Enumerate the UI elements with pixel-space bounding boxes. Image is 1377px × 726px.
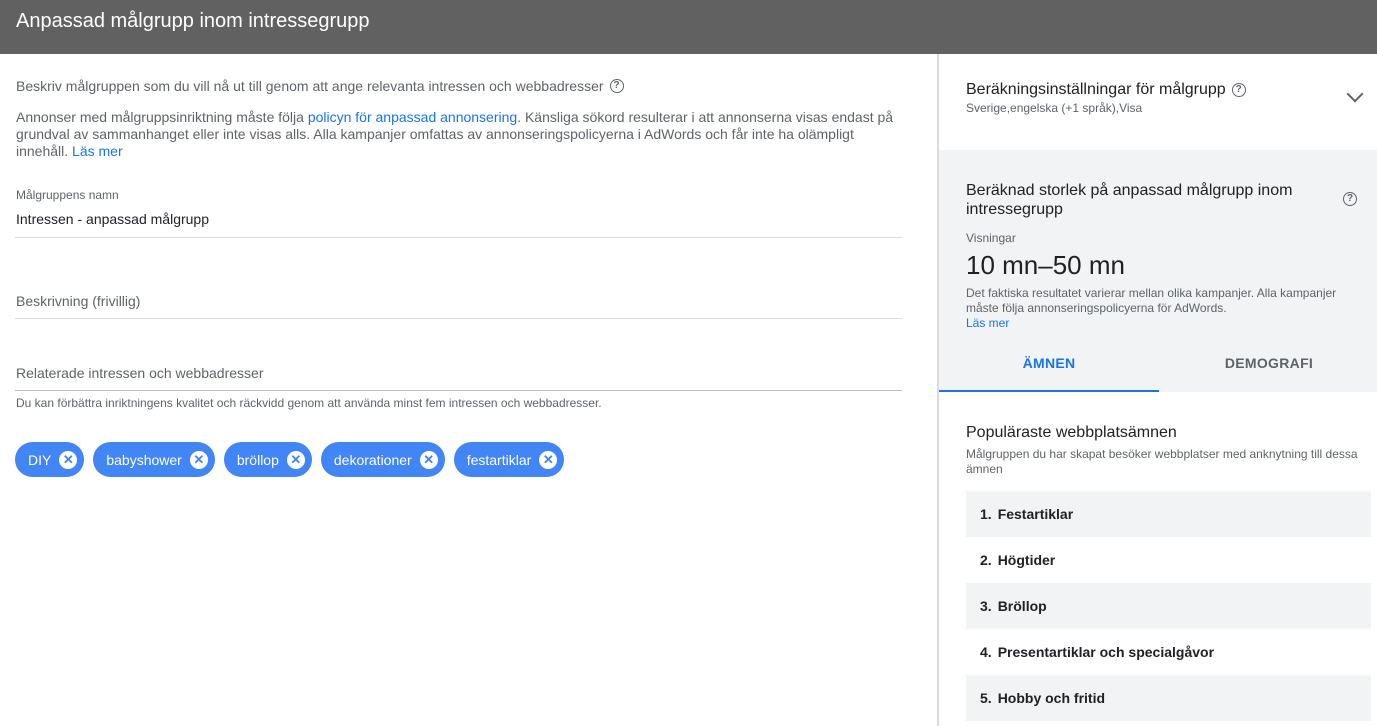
policy-prefix: Annonser med målgruppsinriktning måste f… (16, 109, 308, 125)
estimate-title: Beräknad storlek på anpassad målgrupp in… (966, 182, 1293, 218)
intro-text: Beskriv målgruppen som du vill nå ut til… (16, 78, 624, 94)
close-icon[interactable]: ✕ (189, 450, 208, 469)
chip-dekorationer[interactable]: dekorationer ✕ (320, 442, 445, 477)
list-item: 5. Hobby och fritid (966, 675, 1371, 721)
estimate-read-more-link[interactable]: Läs mer (966, 316, 1009, 330)
help-circle-icon[interactable]: ? (1343, 192, 1357, 206)
settings-title: Beräkningsinställningar för målgrupp ? (966, 81, 1246, 99)
tab-demographics[interactable]: DEMOGRAFI (1159, 355, 1377, 371)
topic-number: 1. (980, 506, 992, 522)
topic-label: Festartiklar (997, 506, 1074, 522)
estimate-panel: Beräkningsinställningar för målgrupp ? S… (939, 54, 1377, 726)
page-title: Anpassad målgrupp inom intressegrupp (16, 10, 370, 32)
help-circle-icon[interactable]: ? (609, 79, 624, 93)
topic-list: 1. Festartiklar 2. Högtider 3. Bröllop 4… (966, 491, 1371, 721)
topics-title: Populäraste webbplatsämnen (966, 424, 1177, 441)
estimate-label: Visningar (966, 231, 1016, 245)
chip-label: festartiklar (466, 451, 532, 468)
estimate-note-text: Det faktiska resultatet varierar mellan … (966, 286, 1337, 315)
audience-name-label: Målgruppens namn (16, 188, 119, 202)
policy-notice: Annonser med målgruppsinriktning måste f… (16, 109, 906, 160)
list-item: 2. Högtider (966, 537, 1371, 583)
policy-link[interactable]: policyn för anpassad annonsering (308, 109, 517, 125)
topic-label: Hobby och fritid (997, 690, 1106, 706)
chip-label: bröllop (236, 451, 279, 468)
audience-name-underline (15, 237, 902, 238)
interests-input[interactable]: Relaterade intressen och webbadresser (16, 365, 263, 381)
topics-subtitle: Målgruppen du har skapat besöker webbpla… (966, 447, 1358, 476)
interests-hint: Du kan förbättra inriktningens kvalitet … (16, 396, 602, 410)
interest-chips: DIY ✕ babyshower ✕ bröllop ✕ dekoratione… (15, 442, 565, 477)
topic-label: Bröllop (997, 598, 1047, 614)
close-icon[interactable]: ✕ (419, 450, 438, 469)
list-item: 3. Bröllop (966, 583, 1371, 629)
audience-name-input[interactable]: Intressen - anpassad målgrupp (16, 211, 209, 227)
help-circle-icon[interactable]: ? (1231, 83, 1246, 97)
settings-title-text: Beräkningsinställningar för målgrupp (966, 81, 1226, 98)
chip-label: babyshower (106, 451, 182, 468)
estimate-value: 10 mn–50 mn (966, 250, 1125, 280)
policy-read-more-link[interactable]: Läs mer (72, 143, 123, 159)
description-underline (15, 318, 902, 319)
close-icon[interactable]: ✕ (539, 450, 558, 469)
interests-underline (15, 390, 902, 391)
tab-active-indicator (939, 390, 1159, 392)
estimate-note: Det faktiska resultatet varierar mellan … (966, 286, 1346, 331)
list-item: 4. Presentartiklar och specialgåvor (966, 629, 1371, 675)
description-input[interactable]: Beskrivning (frivillig) (16, 293, 140, 309)
audience-form: Beskriv målgruppen som du vill nå ut til… (0, 54, 937, 726)
estimate-settings[interactable]: Beräkningsinställningar för målgrupp ? S… (939, 54, 1377, 150)
chip-label: DIY (28, 451, 52, 468)
intro-label: Beskriv målgruppen som du vill nå ut til… (16, 78, 604, 94)
topic-number: 3. (980, 598, 992, 614)
close-icon[interactable]: ✕ (286, 450, 305, 469)
topic-number: 4. (980, 644, 992, 660)
estimate-card: Beräknad storlek på anpassad målgrupp in… (939, 150, 1377, 392)
chip-babyshower[interactable]: babyshower ✕ (93, 442, 215, 477)
topic-label: Presentartiklar och specialgåvor (997, 644, 1215, 660)
topic-label: Högtider (997, 552, 1056, 568)
topic-number: 2. (980, 552, 992, 568)
tab-topics[interactable]: ÄMNEN (939, 355, 1159, 371)
chip-brollop[interactable]: bröllop ✕ (223, 442, 312, 477)
topic-number: 5. (980, 690, 992, 706)
chip-festartiklar[interactable]: festartiklar ✕ (453, 442, 565, 477)
list-item: 1. Festartiklar (966, 491, 1371, 537)
chip-diy[interactable]: DIY ✕ (15, 442, 85, 477)
settings-subtitle: Sverige,engelska (+1 språk),Visa (966, 101, 1143, 115)
page-header: Anpassad målgrupp inom intressegrupp (0, 0, 1377, 54)
chip-label: dekorationer (333, 451, 412, 468)
chevron-down-icon[interactable] (1346, 85, 1364, 103)
close-icon[interactable]: ✕ (59, 450, 78, 469)
